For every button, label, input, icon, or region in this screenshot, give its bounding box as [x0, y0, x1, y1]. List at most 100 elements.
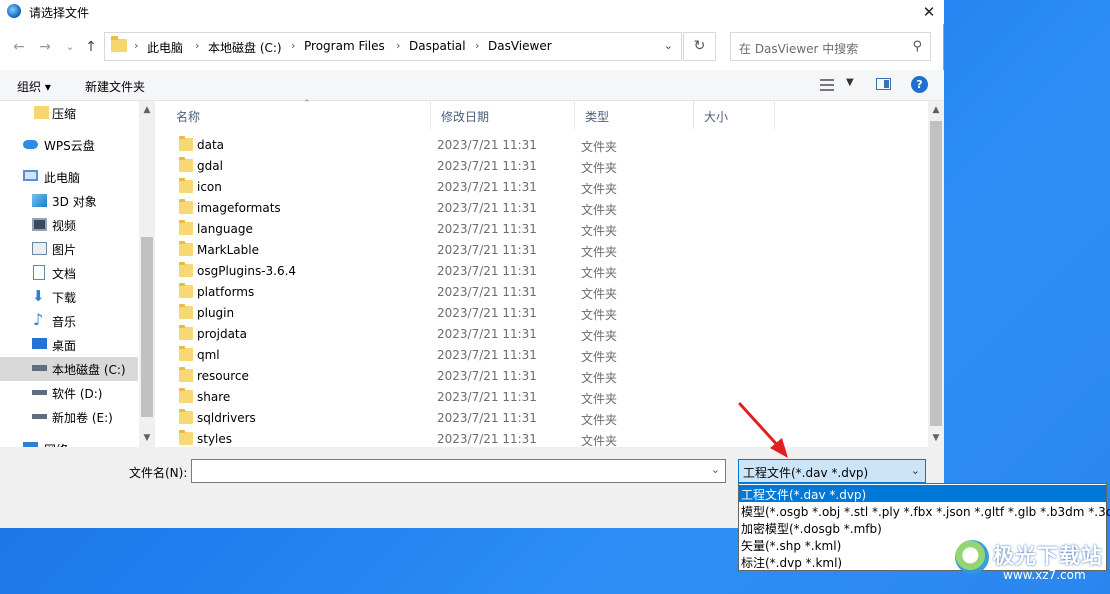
- scroll-down-icon[interactable]: ▼: [928, 433, 944, 443]
- file-row[interactable]: resource 2023/7/21 11:31 文件夹: [172, 366, 932, 387]
- sidebar-item-label: 3D 对象: [52, 195, 97, 209]
- file-type: 文件夹: [581, 161, 618, 175]
- close-button[interactable]: ✕: [914, 0, 944, 24]
- scroll-up-icon[interactable]: ▲: [928, 105, 944, 115]
- file-type: 文件夹: [581, 182, 618, 196]
- file-row[interactable]: share 2023/7/21 11:31 文件夹: [172, 387, 932, 408]
- file-name: language: [197, 222, 253, 236]
- file-type: 文件夹: [581, 287, 618, 301]
- file-type-option[interactable]: 模型(*.osgb *.obj *.stl *.ply *.fbx *.json…: [739, 502, 1110, 519]
- preview-pane-icon[interactable]: [876, 78, 891, 90]
- file-name: share: [197, 390, 231, 404]
- file-name: styles: [197, 432, 233, 446]
- search-input[interactable]: 在 DasViewer 中搜索 ⚲: [730, 32, 931, 61]
- scrollbar-thumb[interactable]: [141, 237, 153, 417]
- file-row[interactable]: gdal 2023/7/21 11:31 文件夹: [172, 156, 932, 177]
- option-label: 模型(*.osgb *.obj *.stl *.ply *.fbx *.json…: [741, 505, 1110, 519]
- breadcrumb-dasviewer[interactable]: DasViewer: [488, 39, 552, 53]
- sidebar-item-drive-c[interactable]: 本地磁盘 (C:): [0, 357, 138, 381]
- file-row[interactable]: projdata 2023/7/21 11:31 文件夹: [172, 324, 932, 345]
- breadcrumb-this-pc[interactable]: 此电脑: [147, 39, 183, 56]
- folder-icon: [179, 178, 193, 193]
- breadcrumb-drive-c[interactable]: 本地磁盘 (C:): [208, 39, 282, 56]
- sidebar-item-videos[interactable]: 视频: [0, 213, 138, 237]
- sidebar-item-label: WPS云盘: [44, 139, 95, 153]
- folder-icon: [179, 220, 193, 235]
- folder-icon: [34, 106, 49, 119]
- sidebar-item-3d-objects[interactable]: 3D 对象: [0, 189, 138, 213]
- file-row[interactable]: data 2023/7/21 11:31 文件夹: [172, 135, 932, 156]
- file-type-select[interactable]: 工程文件(*.dav *.dvp) ⌄: [738, 459, 926, 483]
- address-bar[interactable]: › 此电脑 › 本地磁盘 (C:) › Program Files › Dasp…: [104, 32, 682, 61]
- sidebar-item-pictures[interactable]: 图片: [0, 237, 138, 261]
- help-icon[interactable]: ?: [911, 76, 928, 93]
- folder-icon: [179, 199, 193, 214]
- file-name: data: [197, 138, 225, 152]
- folder-icon: [179, 409, 193, 424]
- file-row[interactable]: language 2023/7/21 11:31 文件夹: [172, 219, 932, 240]
- breadcrumb-program-files[interactable]: Program Files: [304, 39, 385, 53]
- file-type-option[interactable]: 加密模型(*.dosgb *.mfb): [739, 519, 1106, 536]
- chevron-down-icon[interactable]: ⌄: [711, 463, 720, 476]
- sidebar-item-label: 桌面: [52, 339, 77, 353]
- view-dropdown-icon[interactable]: ▼: [846, 77, 854, 88]
- sidebar-item-music[interactable]: ♪ 音乐: [0, 309, 138, 333]
- file-row[interactable]: imageformats 2023/7/21 11:31 文件夹: [172, 198, 932, 219]
- sidebar-item-wps-cloud[interactable]: WPS云盘: [0, 133, 138, 157]
- file-type: 文件夹: [581, 413, 618, 427]
- new-folder-button[interactable]: 新建文件夹: [85, 78, 145, 95]
- file-row[interactable]: platforms 2023/7/21 11:31 文件夹: [172, 282, 932, 303]
- forward-icon[interactable]: →: [36, 38, 54, 56]
- back-icon[interactable]: ←: [10, 38, 28, 56]
- organize-button[interactable]: 组织 ▾: [17, 78, 51, 95]
- file-modified: 2023/7/21 11:31: [437, 369, 537, 383]
- sidebar-item-network[interactable]: 网络: [0, 437, 138, 447]
- sidebar-item-drive-d[interactable]: 软件 (D:): [0, 381, 138, 405]
- sidebar-item-downloads[interactable]: ⬇ 下载: [0, 285, 138, 309]
- breadcrumb-daspatial[interactable]: Daspatial: [409, 39, 466, 53]
- file-row[interactable]: sqldrivers 2023/7/21 11:31 文件夹: [172, 408, 932, 429]
- view-options-icon[interactable]: [820, 79, 834, 91]
- column-header-size[interactable]: 大小: [694, 101, 775, 129]
- file-row[interactable]: qml 2023/7/21 11:31 文件夹: [172, 345, 932, 366]
- chevron-down-icon[interactable]: ⌄: [664, 39, 673, 52]
- column-header-modified[interactable]: 修改日期: [431, 101, 575, 129]
- sidebar-scrollbar[interactable]: ▲ ▼: [139, 101, 155, 447]
- file-row[interactable]: osgPlugins-3.6.4 2023/7/21 11:31 文件夹: [172, 261, 932, 282]
- sidebar-item-label: 压缩: [52, 107, 77, 121]
- sidebar-item-this-pc[interactable]: 此电脑: [0, 165, 138, 189]
- sidebar-item-compress[interactable]: 压缩: [0, 101, 138, 125]
- navigation-pane: 压缩 WPS云盘 此电脑 3D 对象 视频 图片 文档 ⬇ 下载 ♪ 音乐 桌面…: [0, 101, 155, 447]
- file-name: icon: [197, 180, 222, 194]
- sidebar-item-drive-e[interactable]: 新加卷 (E:): [0, 405, 138, 429]
- file-type-option[interactable]: 工程文件(*.dav *.dvp): [739, 485, 1106, 502]
- search-placeholder: 在 DasViewer 中搜索: [739, 42, 859, 56]
- sidebar-item-desktop[interactable]: 桌面: [0, 333, 138, 357]
- file-modified: 2023/7/21 11:31: [437, 138, 537, 152]
- sidebar-item-label: 视频: [52, 219, 77, 233]
- file-type-selected: 工程文件(*.dav *.dvp): [743, 466, 869, 480]
- scroll-down-icon[interactable]: ▼: [139, 433, 155, 443]
- file-row[interactable]: icon 2023/7/21 11:31 文件夹: [172, 177, 932, 198]
- column-header-type[interactable]: 类型: [575, 101, 694, 129]
- sidebar-item-documents[interactable]: 文档: [0, 261, 138, 285]
- scrollbar-thumb[interactable]: [930, 121, 942, 426]
- filename-input[interactable]: ⌄: [191, 459, 726, 483]
- file-list-scrollbar[interactable]: ▲ ▼: [928, 101, 944, 447]
- file-row[interactable]: plugin 2023/7/21 11:31 文件夹: [172, 303, 932, 324]
- refresh-button[interactable]: ↻: [683, 32, 716, 61]
- file-modified: 2023/7/21 11:31: [437, 390, 537, 404]
- file-modified: 2023/7/21 11:31: [437, 159, 537, 173]
- file-modified: 2023/7/21 11:31: [437, 243, 537, 257]
- column-header-name[interactable]: 名称 ⌃: [166, 99, 431, 129]
- file-row[interactable]: MarkLable 2023/7/21 11:31 文件夹: [172, 240, 932, 261]
- computer-icon: [23, 170, 38, 181]
- up-folder-icon[interactable]: ↑: [82, 38, 100, 56]
- file-type: 文件夹: [581, 245, 618, 259]
- file-name: MarkLable: [197, 243, 259, 257]
- file-modified: 2023/7/21 11:31: [437, 222, 537, 236]
- scroll-up-icon[interactable]: ▲: [139, 105, 155, 115]
- recent-locations-icon[interactable]: ⌄: [61, 38, 79, 56]
- download-icon: ⬇: [32, 287, 45, 305]
- folder-icon: [111, 36, 127, 52]
